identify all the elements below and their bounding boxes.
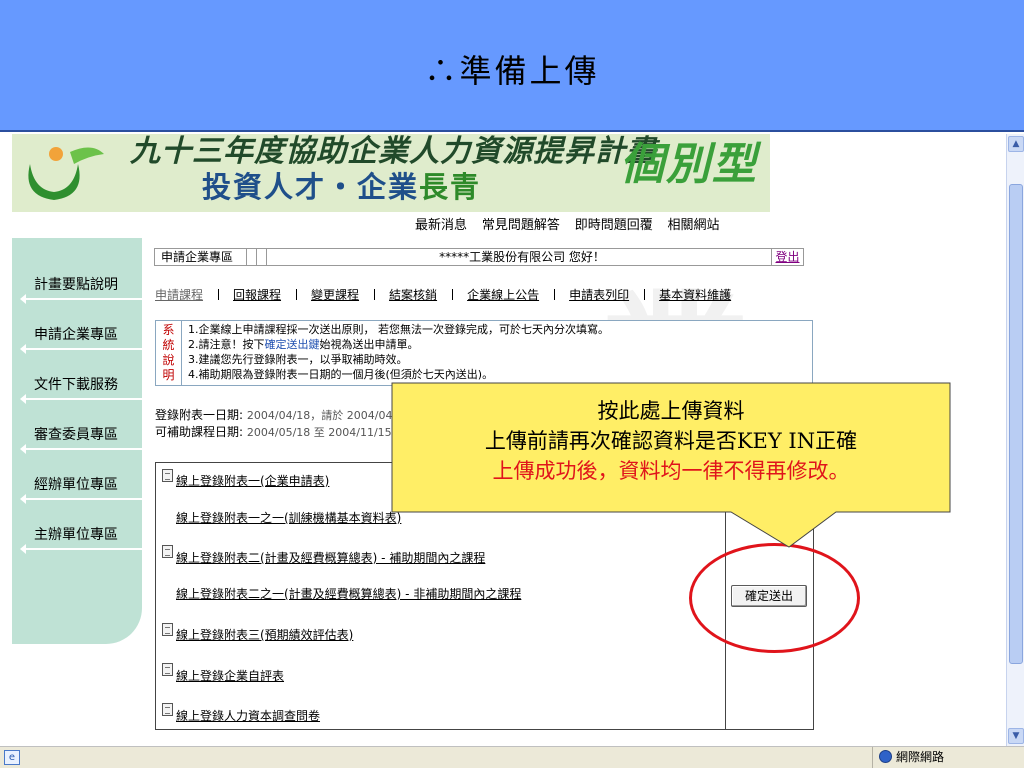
subnav-change-course[interactable]: 變更課程 <box>311 286 359 303</box>
sidebar-item-organizer[interactable]: 主辦單位專區 <box>34 524 134 544</box>
site-banner: 九十三年度協助企業人力資源提昇計畫 投資人才・企業長青 個別型 <box>12 134 770 212</box>
form-link-hr-survey[interactable]: 線上登錄人力資本調查問卷 <box>176 707 320 724</box>
sidebar-item-apply[interactable]: 申請企業專區 <box>34 324 134 344</box>
member-bar-cell <box>247 249 257 265</box>
topnav-links[interactable]: 相關網站 <box>668 214 720 233</box>
sidebar-arrow <box>20 394 142 404</box>
subnav-closeout[interactable]: 結案核銷 <box>389 286 437 303</box>
form-link-self-eval[interactable]: 線上登錄企業自評表 <box>176 667 284 684</box>
banner-slogan: 投資人才・企業長青 <box>202 164 481 206</box>
subnav-separator <box>554 289 556 300</box>
document-icon <box>162 469 173 482</box>
browser-viewport: 業 九十三年度協助企業人力資源提昇計畫 投資人才・企業長青 個別型 最新消息 常… <box>0 134 1006 746</box>
subnav-separator <box>374 289 376 300</box>
vertical-scrollbar[interactable]: ▲ ▼ <box>1006 134 1024 746</box>
sidebar-item-downloads[interactable]: 文件下載服務 <box>34 374 134 394</box>
date-value: 2004/04/18，請於 2004/04/ <box>246 409 397 422</box>
sidebar-arrow <box>20 444 142 454</box>
member-area-label: 申請企業專區 <box>155 249 247 265</box>
sidebar-arrow <box>20 544 142 554</box>
notice-label: 系 統 說 明 <box>156 321 182 385</box>
notice-lines: 1.企業線上申請課程採一次送出原則， 若您無法一次登錄完成，可於七天內分次填寫。… <box>188 322 609 382</box>
subnav-print-form[interactable]: 申請表列印 <box>569 286 629 303</box>
topnav-faq[interactable]: 常見問題解答 <box>482 214 560 233</box>
status-bar: e 網際網路 <box>0 746 1024 768</box>
sidebar-item-plan[interactable]: 計畫要點說明 <box>34 274 134 294</box>
subnav-report-course[interactable]: 回報課程 <box>233 286 281 303</box>
form-link-table3[interactable]: 線上登錄附表三(預期績效評估表) <box>176 626 353 643</box>
zone-label: 網際網路 <box>896 750 945 764</box>
document-icon <box>162 623 173 636</box>
notice-label-char: 明 <box>162 368 175 382</box>
logout-link[interactable]: 登出 <box>771 249 803 265</box>
course-dates: 登錄附表一日期: 2004/04/18，請於 2004/04/ 可補助課程日期:… <box>155 407 396 441</box>
subnav-separator <box>644 289 646 300</box>
notice-label-char: 系 <box>162 323 175 337</box>
site-logo-icon <box>28 147 104 200</box>
subnav-separator <box>218 289 220 300</box>
date-line: 可補助課程日期: 2004/05/18 至 2004/11/15 <box>155 424 396 441</box>
subnav-separator <box>452 289 454 300</box>
subnav-basic-data[interactable]: 基本資料維護 <box>659 286 731 303</box>
sub-nav: 申請課程 回報課程 變更課程 結案核銷 企業線上公告 申請表列印 基本資料維護 <box>155 286 731 303</box>
member-bar-cell <box>257 249 267 265</box>
date-line: 登錄附表一日期: 2004/04/18，請於 2004/04/ <box>155 407 396 424</box>
banner-slogan-main: 投資人才・企業 <box>202 170 420 204</box>
sidebar-item-reviewers[interactable]: 審查委員專區 <box>34 424 134 444</box>
form-link-table1-1[interactable]: 線上登錄附表一之一(訓練機構基本資料表) <box>176 509 401 526</box>
subnav-separator <box>296 289 298 300</box>
callout-line: 上傳前請再次確認資料是否KEY IN正確 <box>484 429 858 453</box>
subnav-announcements[interactable]: 企業線上公告 <box>467 286 539 303</box>
slide-header: ∴準備上傳 <box>0 0 1024 132</box>
topnav-news[interactable]: 最新消息 <box>415 214 467 233</box>
document-icon <box>162 545 173 558</box>
notice-highlight: 確定送出鍵 <box>264 338 320 351</box>
date-label: 可補助課程日期: <box>155 425 244 439</box>
notice-label-char: 說 <box>162 353 175 367</box>
member-bar: 申請企業專區 *****工業股份有限公司 您好！ 登出 <box>154 248 804 266</box>
sidebar-item-agency[interactable]: 經辦單位專區 <box>34 474 134 494</box>
notice-label-char: 統 <box>162 338 175 352</box>
notice-line: 2.請注意！按下確定送出鍵始視為送出申請單。 <box>188 337 609 352</box>
callout-text: 按此處上傳資料 上傳前請再次確認資料是否KEY IN正確 上傳成功後，資料均一律… <box>391 396 951 486</box>
document-icon <box>162 703 173 716</box>
form-link-table1[interactable]: 線上登錄附表一(企業申請表) <box>176 472 329 489</box>
system-notice: 系 統 說 明 1.企業線上申請課程採一次送出原則， 若您無法一次登錄完成，可於… <box>155 320 813 386</box>
banner-slogan-accent: 長青 <box>419 170 482 204</box>
callout-line: 按此處上傳資料 <box>597 399 745 423</box>
scroll-up-icon[interactable]: ▲ <box>1008 136 1024 152</box>
sidebar-arrow <box>20 344 142 354</box>
notice-line: 4.補助期限為登錄附表一日期的一個月後(但須於七天內送出)。 <box>188 368 494 381</box>
globe-icon <box>879 750 892 763</box>
security-zone: 網際網路 <box>872 747 1022 768</box>
date-value: 2004/05/18 至 2004/11/15 <box>246 426 392 439</box>
upload-callout: 按此處上傳資料 上傳前請再次確認資料是否KEY IN正確 上傳成功後，資料均一律… <box>391 382 952 548</box>
notice-line-text: 始視為送出申請單。 <box>319 338 419 351</box>
topnav-reply[interactable]: 即時問題回覆 <box>575 214 653 233</box>
notice-line: 1.企業線上申請課程採一次送出原則， 若您無法一次登錄完成，可於七天內分次填寫。 <box>188 323 609 336</box>
scroll-down-icon[interactable]: ▼ <box>1008 728 1024 744</box>
notice-line-text: 2.請注意！按下 <box>188 338 265 351</box>
scroll-thumb[interactable] <box>1009 184 1023 664</box>
member-greeting: *****工業股份有限公司 您好！ <box>439 250 605 264</box>
date-label: 登錄附表一日期: <box>155 408 244 422</box>
sidebar-arrow <box>20 294 142 304</box>
document-icon <box>162 663 173 676</box>
subnav-apply-course[interactable]: 申請課程 <box>155 286 203 303</box>
banner-badge: 個別型 <box>620 139 758 190</box>
sidebar-arrow <box>20 494 142 504</box>
page-status-icon: e <box>4 750 20 765</box>
callout-warning: 上傳成功後，資料均一律不得再修改。 <box>492 459 850 483</box>
top-nav: 最新消息 常見問題解答 即時問題回覆 相關網站 <box>415 214 731 236</box>
notice-line: 3.建議您先行登錄附表一，以爭取補助時效。 <box>188 353 408 366</box>
left-sidebar: 計畫要點說明 申請企業專區 文件下載服務 審查委員專區 經辦單位專區 主辦單位專… <box>12 238 142 644</box>
slide-title: ∴準備上傳 <box>424 52 600 90</box>
